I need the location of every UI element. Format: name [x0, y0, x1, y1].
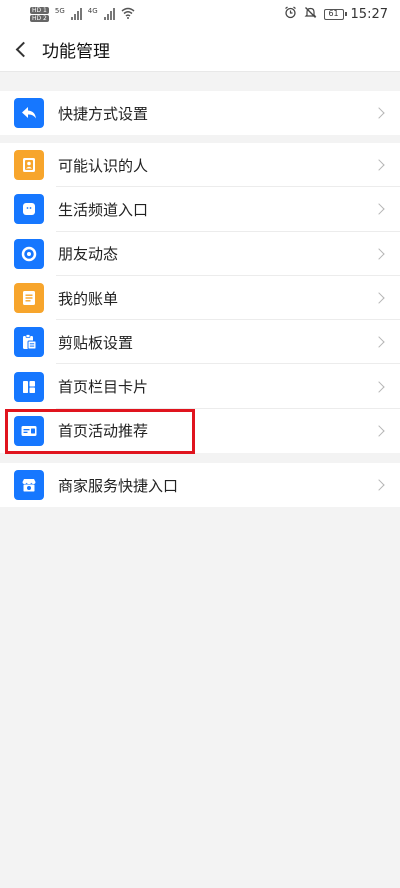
share-back-icon [14, 98, 44, 128]
nav-bar: 功能管理 [0, 28, 400, 72]
row-label: 剪贴板设置 [58, 333, 134, 352]
row-label: 首页栏目卡片 [58, 378, 149, 397]
row-label: 生活频道入口 [58, 200, 149, 219]
row-merchant-service-shortcut[interactable]: 商家服务快捷入口 [0, 463, 400, 507]
row-clipboard-settings[interactable]: 剪贴板设置 [0, 320, 400, 365]
shortcut-group: 快捷方式设置 [0, 91, 400, 135]
row-shortcut-settings[interactable]: 快捷方式设置 [0, 91, 400, 135]
sim-indicators: HD 1 HD 2 [30, 6, 49, 22]
clock: 15:27 [350, 6, 388, 22]
row-my-bill[interactable]: 我的账单 [0, 276, 400, 321]
merchant-group: 商家服务快捷入口 [0, 463, 400, 508]
chevron-right-icon [364, 143, 394, 187]
back-button[interactable] [0, 28, 40, 72]
features-group: 可能认识的人 生活频道入口 朋友动态 我的账单 剪贴板设置 首页栏目卡片 首页活… [0, 143, 400, 454]
row-home-activity-recommend[interactable]: 首页活动推荐 [0, 409, 400, 453]
chevron-right-icon [364, 91, 394, 135]
clipboard-icon [14, 327, 44, 358]
network-type-2: 4G [87, 6, 98, 15]
friend-feed-icon [14, 238, 44, 269]
sim2-badge: HD 2 [30, 14, 49, 22]
mute-bell-icon [304, 6, 317, 22]
chevron-right-icon [364, 409, 394, 453]
signal-icon [70, 8, 82, 20]
status-bar: HD 1 HD 2 5G 4G 61 15:27 [0, 0, 400, 28]
chevron-right-icon [364, 463, 394, 507]
row-label: 商家服务快捷入口 [58, 476, 179, 495]
row-label: 首页活动推荐 [58, 422, 149, 441]
row-label: 朋友动态 [58, 245, 119, 264]
contact-card-icon [14, 150, 44, 181]
bill-icon [14, 283, 44, 314]
row-life-channel[interactable]: 生活频道入口 [0, 187, 400, 232]
wifi-icon [121, 7, 135, 22]
chevron-right-icon [364, 276, 394, 320]
row-label: 我的账单 [58, 289, 119, 308]
life-channel-icon [14, 194, 44, 225]
alarm-icon [284, 6, 297, 22]
chevron-right-icon [364, 187, 394, 231]
row-label: 快捷方式设置 [58, 104, 149, 123]
banner-card-icon [14, 415, 44, 446]
signal-icon-2 [103, 8, 115, 20]
row-label: 可能认识的人 [58, 156, 149, 175]
chevron-right-icon [364, 232, 394, 276]
row-friend-feed[interactable]: 朋友动态 [0, 232, 400, 277]
network-type-1: 5G [54, 6, 65, 15]
row-home-column-card[interactable]: 首页栏目卡片 [0, 364, 400, 410]
page-title: 功能管理 [42, 42, 110, 62]
status-right: 61 15:27 [284, 6, 388, 22]
sim1-badge: HD 1 [30, 6, 49, 14]
grid-card-icon [14, 371, 44, 402]
chevron-left-icon [15, 41, 31, 58]
store-icon [14, 470, 44, 501]
row-people-you-may-know[interactable]: 可能认识的人 [0, 143, 400, 188]
chevron-right-icon [364, 320, 394, 364]
battery-icon: 61 [323, 8, 347, 20]
status-left: HD 1 HD 2 5G 4G [30, 6, 135, 22]
chevron-right-icon [364, 365, 394, 409]
